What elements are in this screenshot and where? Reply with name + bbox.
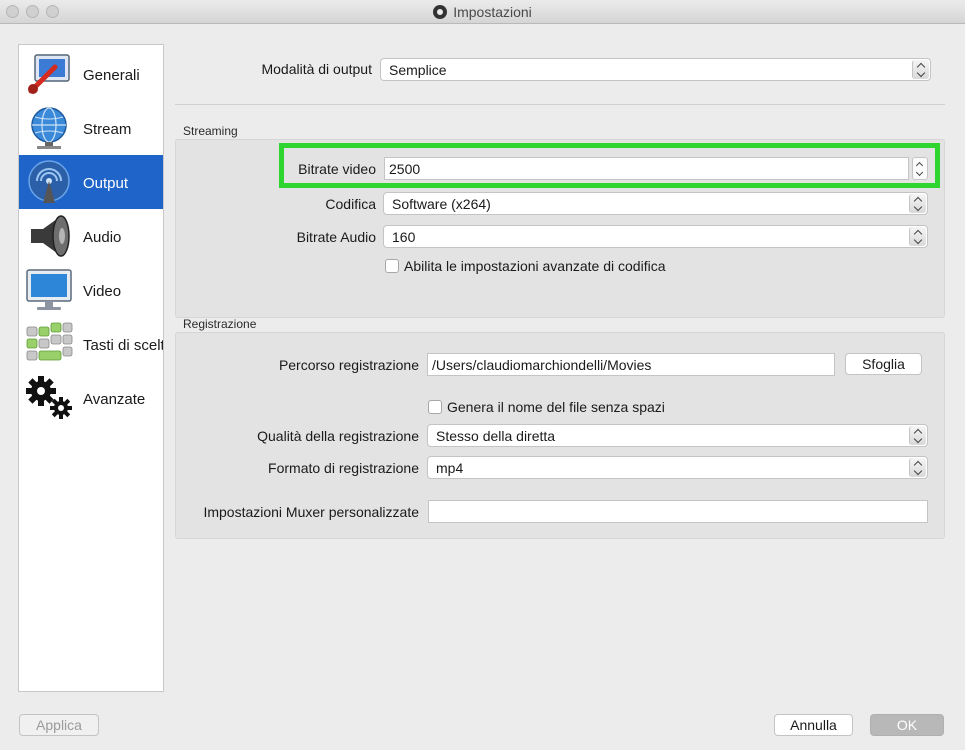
title-bar: Impostazioni — [0, 0, 965, 24]
settings-sidebar: Generali Stream Output Audio Video Tasti… — [18, 44, 164, 692]
chevron-updown-icon — [909, 426, 926, 445]
recording-format-label: Formato di registrazione — [268, 460, 419, 476]
window-title: Impostazioni — [0, 4, 965, 20]
no-spaces-label: Genera il nome del file senza spazi — [447, 399, 665, 415]
hotkeys-icon — [26, 322, 73, 361]
video-bitrate-stepper[interactable] — [912, 157, 928, 180]
recording-group-title: Registrazione — [183, 317, 257, 331]
streaming-group-title: Streaming — [183, 124, 238, 138]
chevron-updown-icon — [909, 227, 926, 246]
chevron-updown-icon — [912, 60, 929, 79]
separator — [175, 104, 945, 105]
speaker-icon — [31, 215, 70, 257]
sidebar-item-label: Output — [83, 175, 129, 192]
advanced-encoder-checkbox[interactable] — [385, 259, 399, 273]
sidebar-item-label: Audio — [83, 229, 122, 246]
sidebar-item-label: Tasti di scelta rapida — [83, 337, 163, 354]
recording-format-value: mp4 — [436, 460, 464, 476]
general-settings-icon — [28, 54, 70, 94]
encoder-select[interactable]: Software (x264) — [383, 192, 928, 215]
sidebar-item-video[interactable]: Video — [19, 263, 163, 317]
obs-logo-icon — [433, 5, 448, 19]
recording-path-label: Percorso registrazione — [278, 357, 419, 373]
ok-button[interactable]: OK — [870, 714, 944, 736]
output-mode-label: Modalità di output — [261, 61, 372, 77]
recording-quality-value: Stesso della diretta — [436, 428, 556, 444]
apply-button[interactable]: Applica — [19, 714, 99, 736]
gears-icon — [26, 376, 72, 419]
browse-button[interactable]: Sfoglia — [845, 353, 922, 375]
muxer-settings-input[interactable] — [428, 500, 928, 523]
output-mode-value: Semplice — [389, 62, 447, 78]
recording-quality-label: Qualità della registrazione — [257, 428, 419, 444]
chevron-updown-icon — [909, 458, 926, 477]
cancel-button[interactable]: Annulla — [774, 714, 853, 736]
sidebar-item-audio[interactable]: Audio — [19, 209, 163, 263]
no-spaces-checkbox[interactable] — [428, 400, 442, 414]
sidebar-item-label: Generali — [83, 67, 140, 84]
stream-globe-icon — [31, 107, 67, 149]
video-bitrate-input[interactable]: 2500 — [384, 157, 909, 180]
sidebar-item-avanzate[interactable]: Avanzate — [19, 371, 163, 425]
sidebar-item-hotkeys[interactable]: Tasti di scelta rapida — [19, 317, 163, 371]
video-bitrate-label: Bitrate video — [298, 161, 376, 177]
recording-format-select[interactable]: mp4 — [427, 456, 928, 479]
audio-bitrate-value: 160 — [392, 229, 416, 245]
sidebar-item-generali[interactable]: Generali — [19, 47, 163, 101]
recording-quality-select[interactable]: Stesso della diretta — [427, 424, 928, 447]
advanced-encoder-label: Abilita le impostazioni avanzate di codi… — [404, 258, 666, 274]
recording-path-input[interactable]: /Users/claudiomarchiondelli/Movies — [427, 353, 835, 376]
audio-bitrate-label: Bitrate Audio — [296, 229, 376, 245]
encoder-label: Codifica — [325, 196, 376, 212]
monitor-icon — [26, 269, 72, 310]
window-title-text: Impostazioni — [453, 4, 532, 20]
audio-bitrate-select[interactable]: 160 — [383, 225, 928, 248]
chevron-updown-icon — [909, 194, 926, 213]
sidebar-item-stream[interactable]: Stream — [19, 101, 163, 155]
sidebar-item-label: Avanzate — [83, 391, 146, 408]
sidebar-item-label: Video — [83, 283, 122, 300]
output-mode-select[interactable]: Semplice — [380, 58, 931, 81]
output-broadcast-icon — [28, 160, 70, 203]
sidebar-item-output[interactable]: Output — [19, 155, 163, 209]
sidebar-item-label: Stream — [83, 121, 132, 138]
encoder-value: Software (x264) — [392, 196, 491, 212]
muxer-settings-label: Impostazioni Muxer personalizzate — [203, 504, 419, 520]
